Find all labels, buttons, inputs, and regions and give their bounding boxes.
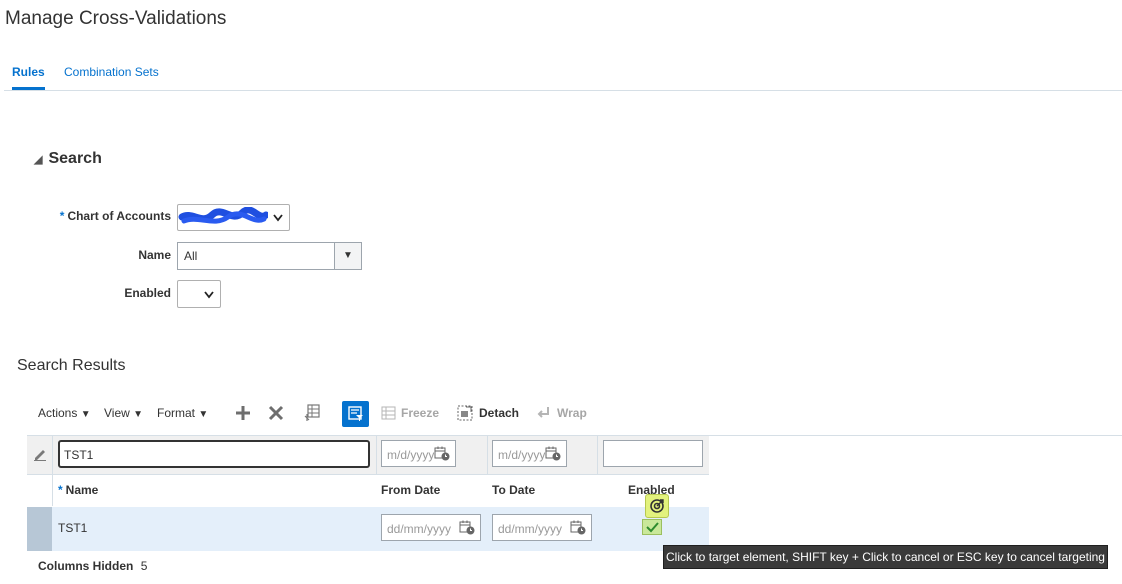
row-to-date-input[interactable]: dd/mm/yyyy [492,514,592,541]
edit-pencil-icon[interactable] [33,447,47,461]
from-date-filter-input[interactable]: m/d/yyyy [381,440,456,467]
search-results-title: Search Results [17,357,126,374]
calendar-icon[interactable] [545,446,561,461]
dropdown-arrow-icon[interactable]: ▼ [334,243,361,269]
chevron-down-icon [204,291,214,299]
columns-hidden-indicator: Columns Hidden 5 [38,559,147,573]
table-row[interactable] [27,507,709,551]
name-value: All [184,249,198,263]
detach-button[interactable]: Detach [479,406,519,420]
wrap-icon [537,407,549,418]
calendar-icon[interactable] [434,446,450,461]
page-title: Manage Cross-Validations [5,8,227,29]
columns-hidden-label: Columns Hidden [38,559,134,573]
columns-icon[interactable] [304,404,321,422]
add-icon[interactable] [235,405,251,421]
target-icon [650,499,664,513]
wrap-button: Wrap [557,406,587,420]
required-icon: * [59,209,65,223]
row-name-cell: TST1 [58,521,88,535]
target-selector-badge[interactable] [645,494,669,518]
tab-rules[interactable]: Rules [12,60,45,90]
enabled-filter-input[interactable] [603,440,703,467]
column-divider [376,436,377,474]
freeze-icon [381,406,396,420]
chart-of-accounts-select[interactable] [177,204,290,231]
checkmark-icon [646,522,659,533]
detach-icon[interactable] [457,405,473,421]
view-menu[interactable]: View ▼ [104,406,143,420]
column-header-from-date[interactable]: From Date [381,483,440,497]
enabled-checkbox[interactable] [642,519,662,535]
enabled-label: Enabled [124,286,171,300]
column-header-to-date[interactable]: To Date [492,483,535,497]
column-divider [52,436,53,506]
delete-icon[interactable] [268,405,284,421]
tab-combination-sets[interactable]: Combination Sets [64,60,159,90]
column-divider [487,436,488,474]
chart-of-accounts-label: * Chart of Accounts [59,209,171,223]
query-by-example-button[interactable] [342,401,369,427]
tab-bar: Rules Combination Sets [4,60,1122,91]
targeting-tooltip: Click to target element, SHIFT key + Cli… [663,545,1108,569]
redacted-scribble [178,207,268,224]
collapse-triangle-icon[interactable]: ◢ [34,153,42,166]
search-section-header[interactable]: ◢ Search [34,150,102,168]
column-divider [597,436,598,474]
calendar-icon[interactable] [459,520,475,535]
chevron-down-icon [273,214,283,222]
search-title: Search [48,150,102,167]
row-selection-handle[interactable] [27,507,52,551]
name-filter-input[interactable]: TST1 [58,440,370,468]
freeze-button: Freeze [401,406,440,420]
enabled-select[interactable] [177,280,221,308]
name-label: Name [138,248,171,262]
row-from-date-input[interactable]: dd/mm/yyyy [381,514,481,541]
row-divider [27,474,709,475]
name-combo[interactable]: All ▼ [177,242,362,270]
required-icon: * [58,483,63,497]
calendar-icon[interactable] [570,520,586,535]
to-date-filter-input[interactable]: m/d/yyyy [492,440,567,467]
actions-menu[interactable]: Actions ▼ [38,406,91,420]
format-menu[interactable]: Format ▼ [157,406,208,420]
columns-hidden-count: 5 [140,559,148,573]
column-header-name[interactable]: * Name [58,483,98,497]
filter-icon [348,406,363,421]
